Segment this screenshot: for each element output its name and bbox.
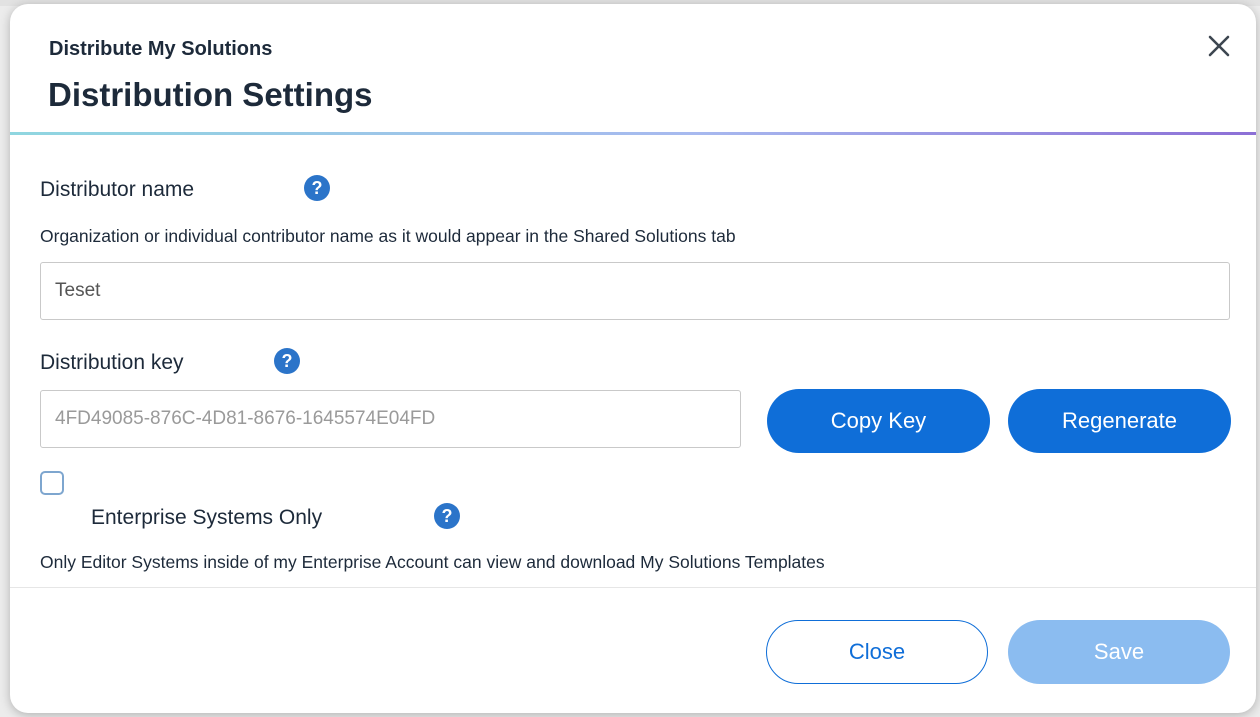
close-button[interactable]: Close xyxy=(766,620,988,684)
distribution-settings-dialog: Distribute My Solutions Distribution Set… xyxy=(10,4,1256,713)
regenerate-button[interactable]: Regenerate xyxy=(1008,389,1231,453)
distribution-key-label: Distribution key xyxy=(40,351,184,374)
distributor-help-icon[interactable]: ? xyxy=(304,175,330,201)
enterprise-only-label: Enterprise Systems Only xyxy=(91,506,323,529)
enterprise-help-icon[interactable]: ? xyxy=(434,503,460,529)
distributor-name-description: Organization or individual contributor n… xyxy=(40,226,736,246)
header-divider xyxy=(10,132,1256,135)
enterprise-only-description: Only Editor Systems inside of my Enterpr… xyxy=(40,552,825,572)
dialog-subtitle: Distribute My Solutions xyxy=(49,38,273,60)
footer-divider xyxy=(10,587,1256,588)
dialog-header: Distribute My Solutions Distribution Set… xyxy=(10,4,1256,135)
distributor-name-label: Distributor name xyxy=(40,178,195,201)
distribution-key-help-icon[interactable]: ? xyxy=(274,348,300,374)
close-x-icon[interactable] xyxy=(1205,32,1233,60)
dialog-title: Distribution Settings xyxy=(48,76,373,113)
enterprise-only-checkbox[interactable] xyxy=(40,471,64,495)
distribution-key-field[interactable] xyxy=(40,390,741,448)
distributor-name-input[interactable] xyxy=(40,262,1230,320)
copy-key-button[interactable]: Copy Key xyxy=(767,389,990,453)
save-button[interactable]: Save xyxy=(1008,620,1230,684)
